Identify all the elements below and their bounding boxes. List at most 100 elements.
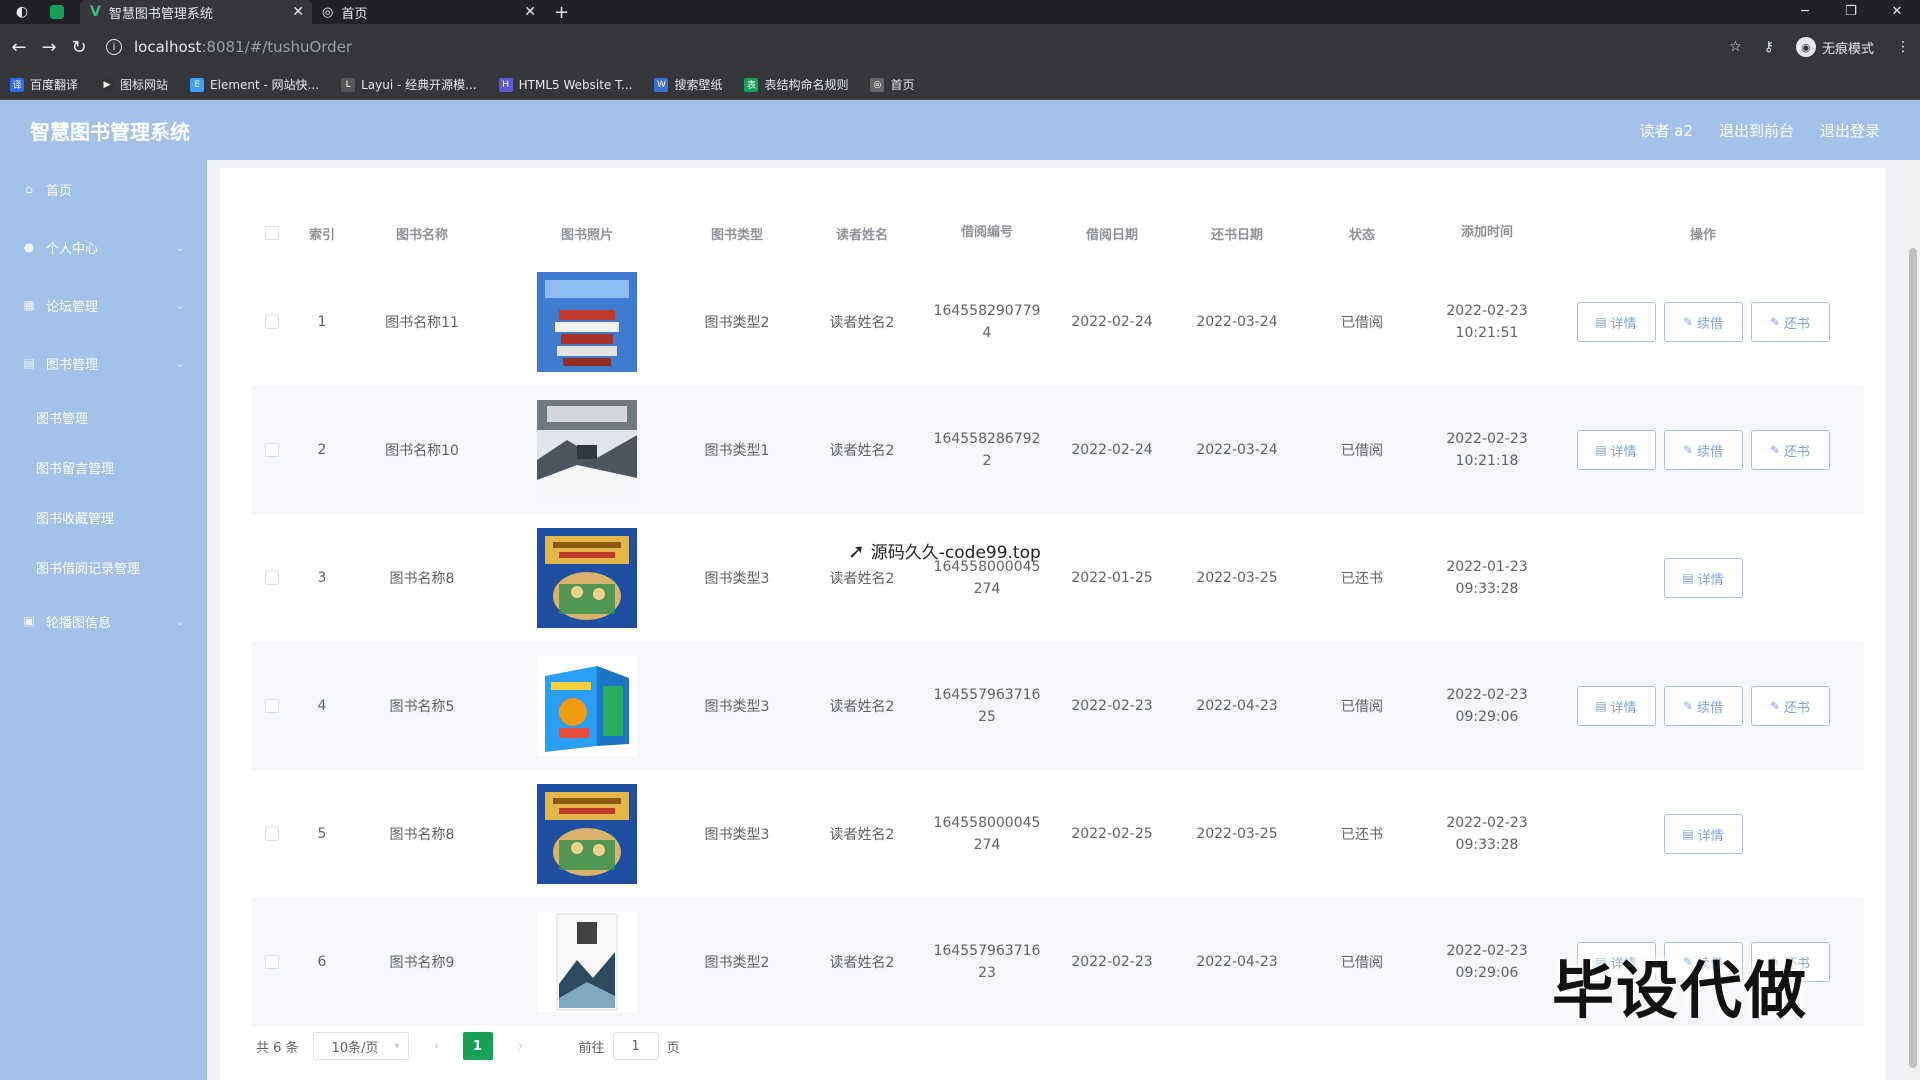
edit-icon: ✎ (1682, 315, 1694, 329)
carousel-icon: ▣ (23, 614, 35, 628)
forward-icon[interactable]: → (34, 37, 64, 58)
sidebar-subitem[interactable]: 图书收藏管理 (0, 492, 207, 542)
row-checkbox[interactable] (265, 571, 279, 585)
bookmark-item[interactable]: ◎ 首页 (870, 76, 915, 93)
more-icon[interactable]: ⋮ (1896, 39, 1910, 55)
select-all-checkbox[interactable] (265, 226, 279, 240)
cell-added-time: 2022-02-23 10:21:18 (1446, 431, 1528, 469)
watermark-mid: ➚ 源码久久-code99.top (848, 538, 1041, 564)
renew-button[interactable]: ✎ 续借 (1663, 686, 1743, 726)
incognito-indicator[interactable]: ◉ 无痕模式 (1795, 37, 1874, 57)
reload-icon[interactable]: ↻ (64, 37, 94, 58)
row-checkbox[interactable] (265, 827, 279, 841)
renew-button[interactable]: ✎ 续借 (1663, 430, 1743, 470)
cell-status: 已借阅 (1341, 699, 1383, 715)
goto-page-input[interactable]: 1 (612, 1032, 659, 1060)
row-select-cell (252, 699, 292, 713)
cell-book-name: 图书名称8 (389, 571, 455, 587)
cell-order-no: 164557963716 23 (933, 943, 1041, 981)
detail-button[interactable]: ▤ 详情 (1576, 430, 1656, 470)
cell-borrow-date: 2022-02-25 (1071, 826, 1153, 842)
cell-reader-name: 读者姓名2 (829, 443, 895, 459)
cell-index: 4 (317, 698, 327, 714)
return-button[interactable]: ✎ 还书 (1750, 430, 1830, 470)
row-checkbox[interactable] (265, 699, 279, 713)
cell-index: 5 (317, 826, 327, 842)
page-number-current[interactable]: 1 (462, 1032, 493, 1060)
url-input[interactable]: i localhost:8081/#/tushuOrder (106, 30, 1706, 64)
renew-button[interactable]: ✎ 续借 (1663, 302, 1743, 342)
key-icon[interactable]: ⚷ (1764, 39, 1774, 55)
info-icon[interactable]: i (106, 39, 122, 55)
tab-active[interactable]: V 智慧图书管理系统 ✕ (80, 0, 312, 24)
bookmark-item[interactable]: L Layui - 经典开源模... (341, 76, 477, 93)
cell-index: 2 (317, 442, 327, 458)
home-icon: ⌂ (25, 182, 33, 196)
row-checkbox[interactable] (265, 315, 279, 329)
renew-button-label: 续借 (1697, 444, 1724, 460)
back-icon[interactable]: ← (4, 37, 34, 58)
detail-button[interactable]: ▤ 详情 (1663, 558, 1743, 598)
bookmark-item[interactable]: H HTML5 Website T... (498, 77, 632, 92)
page-scrollbar[interactable] (1906, 160, 1920, 1080)
bookmark-item[interactable]: E Element - 网站快... (190, 76, 319, 93)
sidebar-subitem[interactable]: 图书借阅记录管理 (0, 542, 207, 592)
address-bar: ← → ↻ i localhost:8081/#/tushuOrder ☆ ⚷ … (0, 24, 1920, 70)
page-size-select[interactable]: 10条/页 ▾ (312, 1032, 409, 1060)
sidebar-subitem[interactable]: 图书管理 (0, 392, 207, 442)
bookmark-icon: L (341, 77, 356, 92)
cell-book-name: 图书名称10 (385, 443, 459, 459)
bookmark-item[interactable]: W 搜索壁纸 (654, 76, 722, 93)
sidebar-item[interactable]: ⌂ 首页 (0, 160, 207, 218)
star-icon[interactable]: ☆ (1729, 39, 1742, 55)
cover-ink-landscape (537, 912, 637, 1012)
sidebar-subitem[interactable]: 图书留言管理 (0, 442, 207, 492)
sidebar-item-label: 论坛管理 (46, 299, 99, 315)
restore-icon[interactable]: ❐ (1828, 0, 1874, 24)
document-icon: ▤ (1595, 315, 1607, 329)
sidebar-item[interactable]: ▣ 轮播图信息 ⌄ (0, 592, 207, 650)
next-page-icon[interactable]: › (507, 1039, 535, 1054)
cell-actions: ▤ 详情 ✎ 续借 ✎ 还书 (1542, 302, 1864, 342)
cell-reader-name: 读者姓名2 (829, 571, 895, 587)
prev-page-icon[interactable]: ‹ (423, 1039, 451, 1054)
detail-button-label: 详情 (1610, 700, 1637, 716)
browser-globe-icon[interactable]: ◐ (14, 4, 30, 20)
sidebar-item[interactable]: ▦ 论坛管理 ⌄ (0, 276, 207, 334)
bookmark-item[interactable]: 译百度翻译 (10, 76, 78, 93)
close-icon[interactable]: ✕ (292, 4, 304, 20)
renew-button-label: 续借 (1697, 700, 1724, 716)
goto-label: 前往 (578, 1040, 605, 1056)
exit-to-front-link[interactable]: 退出到前台 (1719, 120, 1794, 141)
cell-book-type: 图书类型3 (704, 827, 770, 843)
row-checkbox[interactable] (265, 955, 279, 969)
sidebar-item[interactable]: ▤ 图书管理 ⌄ (0, 334, 207, 392)
bookmark-icon: 表 (744, 77, 759, 92)
detail-button[interactable]: ▤ 详情 (1663, 814, 1743, 854)
bookmark-item[interactable]: 表表结构命名规则 (744, 76, 848, 93)
watermark-big: 毕设代做 (1552, 954, 1809, 1027)
return-button[interactable]: ✎ 还书 (1750, 686, 1830, 726)
document-icon: ▤ (1595, 443, 1607, 457)
row-checkbox[interactable] (265, 443, 279, 457)
bookmarks-bar: 译百度翻译 ▶ 图标网站 E Element - 网站快... L Layui - 经典开源… (0, 70, 1920, 100)
pinned-tab-icon[interactable] (50, 5, 64, 19)
detail-button[interactable]: ▤ 详情 (1576, 686, 1656, 726)
header-reader-name: 读者姓名 (835, 227, 888, 243)
current-user-link[interactable]: 读者 a2 (1639, 120, 1693, 141)
close-window-icon[interactable]: ✕ (1874, 0, 1920, 24)
bookmark-item[interactable]: ▶ 图标网站 (100, 76, 168, 93)
cell-book-photo (492, 784, 682, 884)
close-icon[interactable]: ✕ (524, 4, 536, 20)
new-tab-button[interactable]: + (554, 2, 569, 23)
cell-return-date: 2022-03-25 (1196, 826, 1278, 842)
scrollbar-thumb[interactable] (1909, 248, 1917, 1068)
sidebar-item[interactable]: ● 个人中心 ⌄ (0, 218, 207, 276)
tab-home[interactable]: ◎ 首页 ✕ (312, 0, 544, 24)
return-button[interactable]: ✎ 还书 (1750, 302, 1830, 342)
detail-button[interactable]: ▤ 详情 (1576, 302, 1656, 342)
minimize-icon[interactable]: ─ (1782, 0, 1828, 24)
cell-status: 已还书 (1341, 571, 1383, 587)
table-row: 2 图书名称10 图书类型1 读者姓名2 1645582867922 2022-02-24… (252, 386, 1864, 514)
logout-link[interactable]: 退出登录 (1820, 120, 1880, 141)
